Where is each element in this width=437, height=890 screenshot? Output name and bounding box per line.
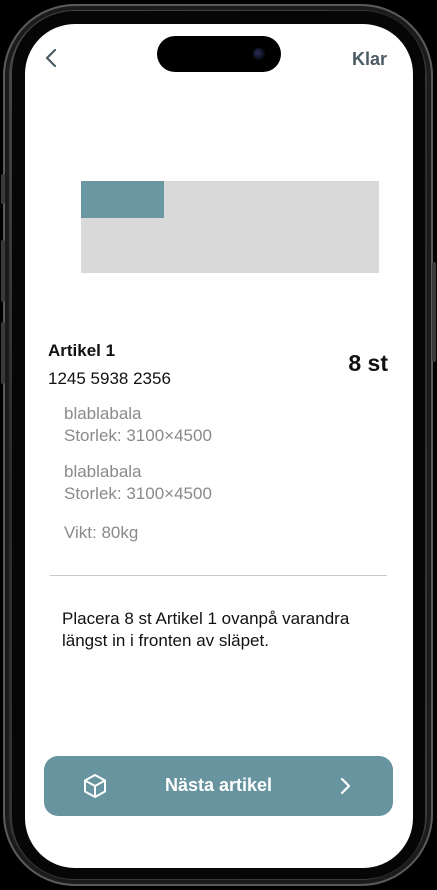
detail-size: Storlek: 3100×4500 [64,484,212,503]
power-button [432,262,436,362]
article-name: Artikel 1 [48,341,116,360]
detail-description: blablabala [64,404,142,423]
article-quantity: 8 st [348,350,388,376]
detail-size: Storlek: 3100×4500 [64,426,212,445]
placement-diagram [81,181,379,273]
camera-icon [253,48,265,60]
next-article-button[interactable]: Nästa artikel [44,756,393,816]
screen: Klar Artikel 1 1245 5938 2356 8 st blabl… [25,24,413,868]
divider [50,575,387,576]
dynamic-island [157,36,281,72]
done-button[interactable]: Klar [352,49,387,70]
detail-weight: Vikt: 80kg [64,523,139,542]
action-button [1,174,5,204]
placed-article-box [81,181,164,218]
chevron-left-icon [45,48,57,68]
placement-instruction: Placera 8 st Artikel 1 ovanpå varandra l… [62,609,350,650]
volume-up-button [1,240,5,302]
back-button[interactable] [39,44,63,72]
chevron-right-icon [340,777,351,795]
volume-down-button [1,322,5,384]
detail-description: blablabala [64,462,142,481]
article-number: 1245 5938 2356 [48,369,171,388]
